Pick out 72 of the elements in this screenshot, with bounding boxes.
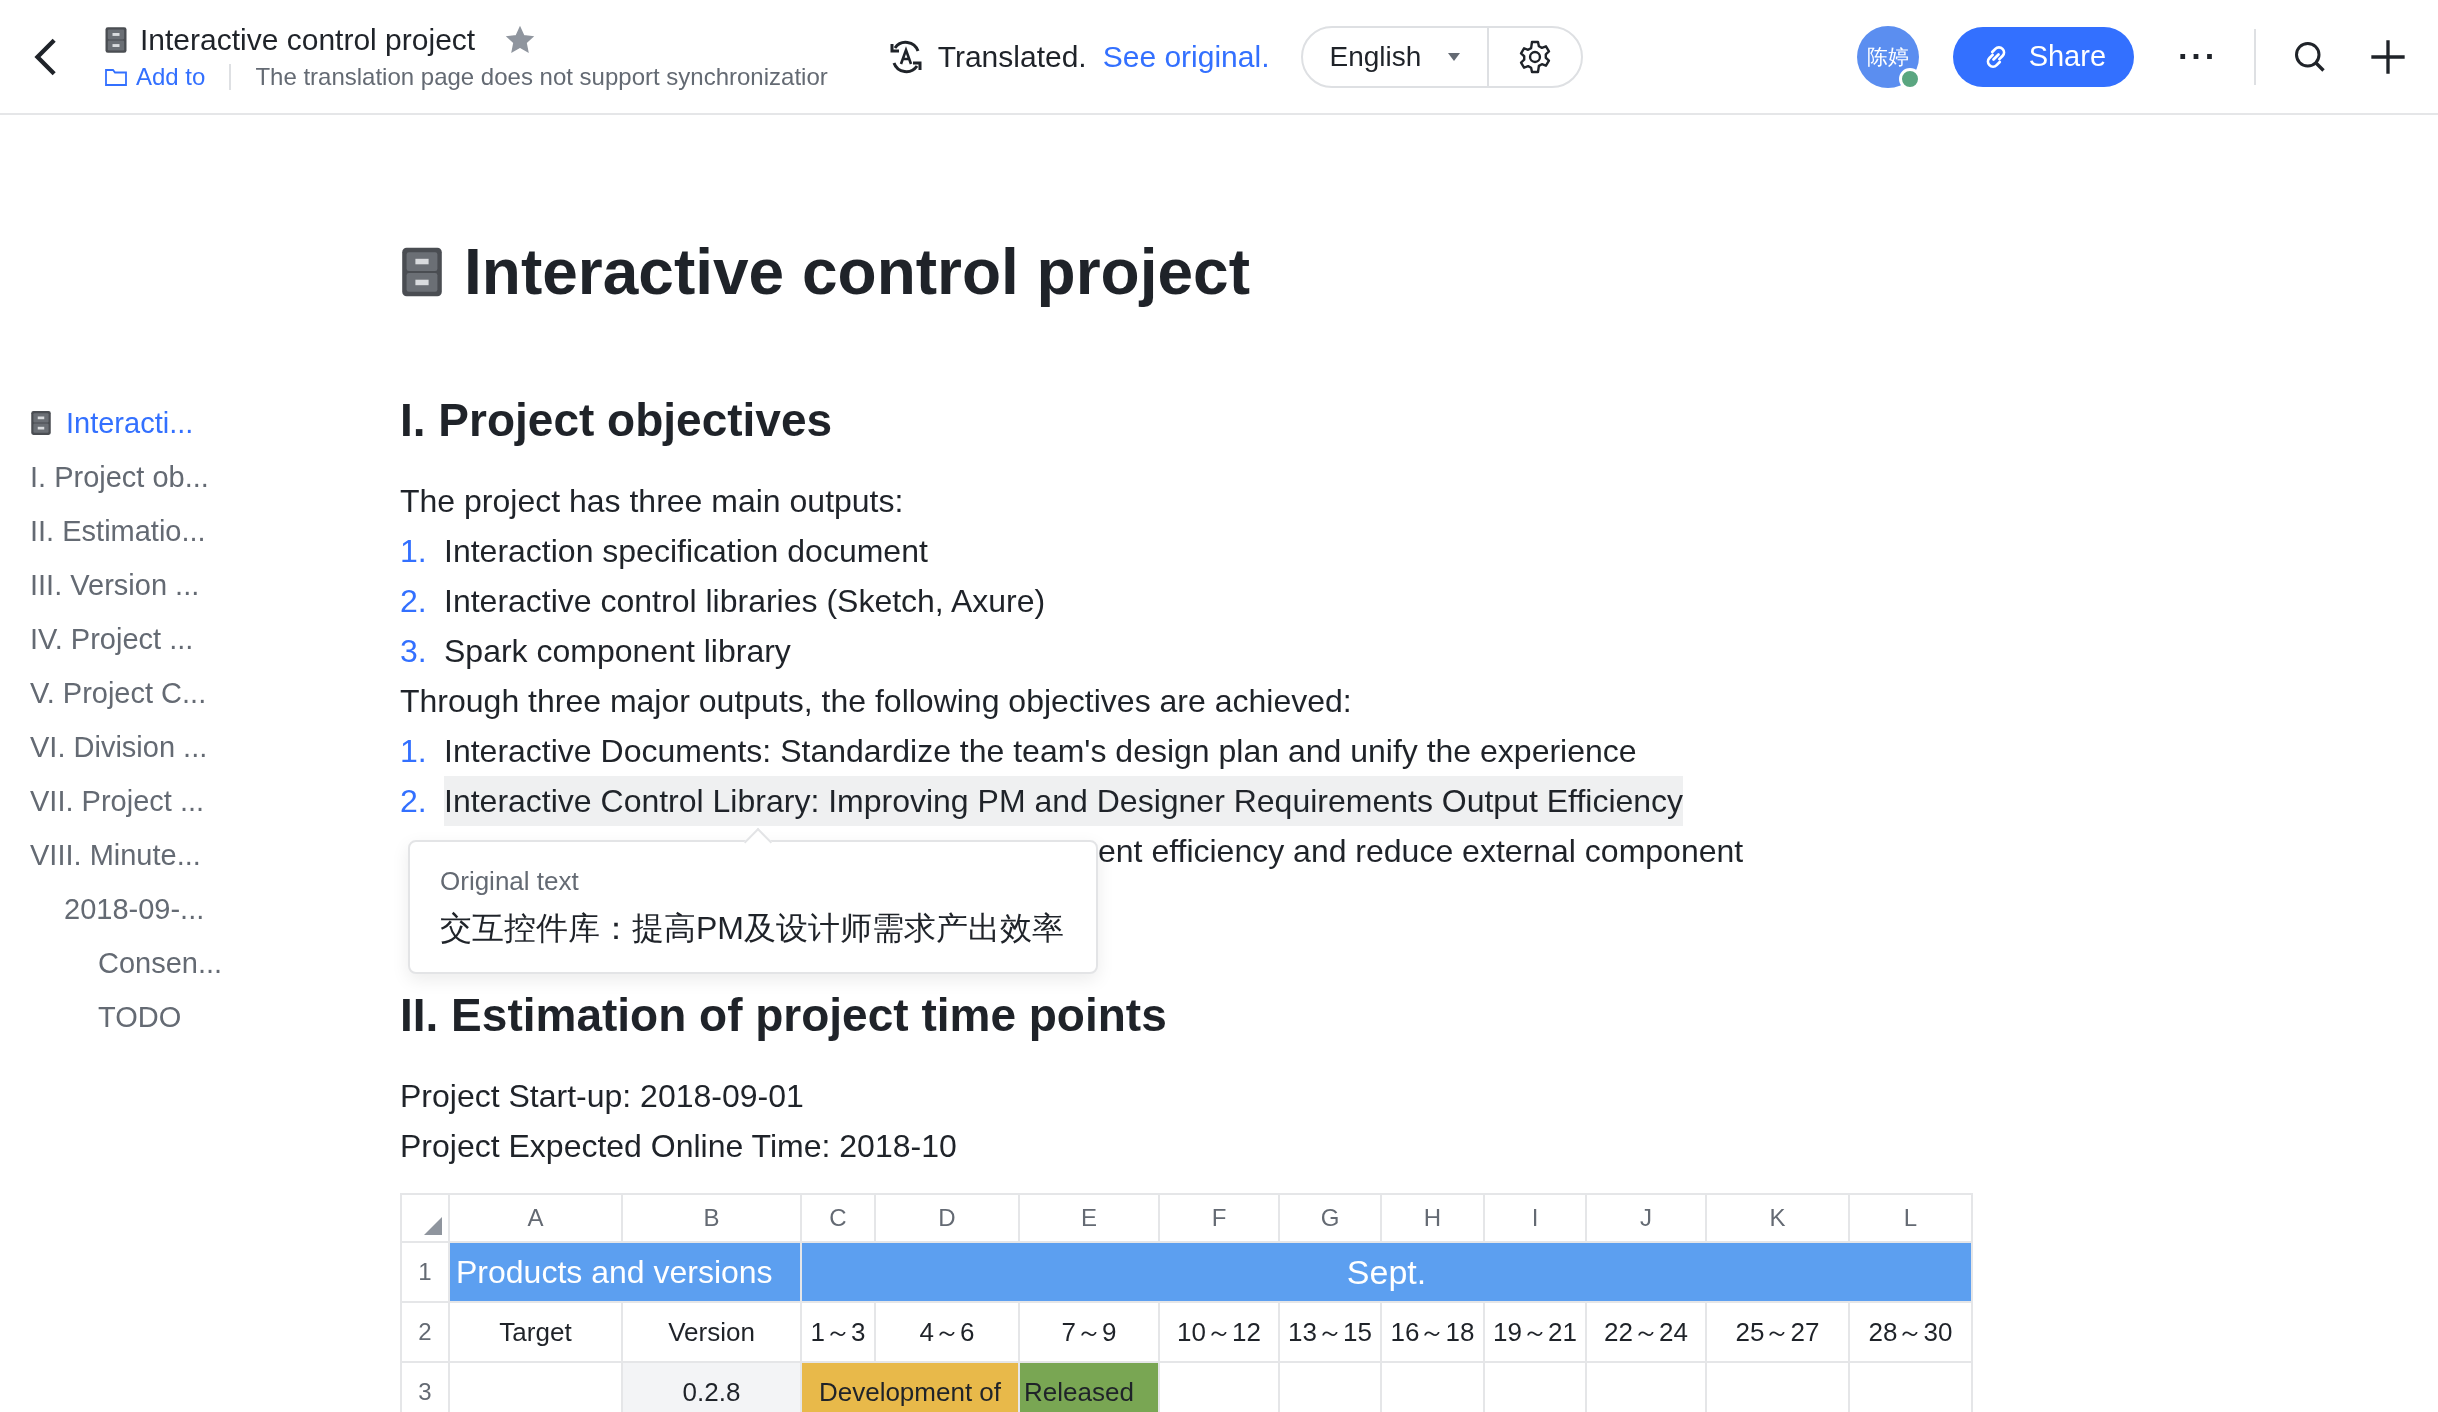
column-header[interactable]: D (876, 1195, 1020, 1243)
paragraph: Project Start-up: 2018-09-01 (400, 1077, 804, 1116)
outline-item[interactable]: I. Project ob... (30, 450, 400, 504)
cabinet-icon (400, 245, 444, 299)
outline-item[interactable]: Interacti... (30, 396, 400, 450)
see-original-link[interactable]: See original. (1102, 39, 1270, 74)
table-cell: 0.2.8 (623, 1363, 802, 1412)
share-button[interactable]: Share (1952, 26, 2135, 87)
table-cell: 10～12 (1160, 1303, 1280, 1363)
outline-item[interactable]: 2018-09-... (30, 882, 400, 936)
table-cell: Target (450, 1303, 623, 1363)
cabinet-icon (104, 25, 128, 54)
list-item-text: Interactive control libraries (Sketch, Axure) (444, 582, 1046, 621)
column-header[interactable]: J (1587, 1195, 1707, 1243)
paragraph: The project has three main outputs: (400, 482, 904, 521)
paragraph: Project Expected Online Time: 2018-10 (400, 1127, 957, 1166)
column-header[interactable]: A (450, 1195, 623, 1243)
outline-item[interactable]: Consen... (30, 936, 400, 990)
table-cell: Released (1020, 1363, 1160, 1412)
column-header[interactable]: K (1707, 1195, 1850, 1243)
outline-item[interactable]: III. Version ... (30, 558, 400, 612)
outline-item[interactable]: IV. Project ... (30, 612, 400, 666)
table-cell: Development of (802, 1363, 1020, 1412)
column-header[interactable]: G (1280, 1195, 1382, 1243)
column-header[interactable]: E (1020, 1195, 1160, 1243)
row-header[interactable]: 1 (402, 1243, 450, 1303)
row-header[interactable]: 2 (402, 1303, 450, 1363)
table-cell: Products and versions (450, 1243, 802, 1303)
table-cell: 16～18 (1382, 1303, 1485, 1363)
outline-item[interactable]: V. Project C... (30, 666, 400, 720)
page-title: Interactive control project (464, 235, 1250, 309)
outline-item[interactable]: TODO (30, 990, 400, 1044)
list-item-text: ent efficiency and reduce external component (1098, 832, 1744, 871)
table-cell: 22～24 (1587, 1303, 1707, 1363)
outline-item[interactable]: II. Estimatio... (30, 504, 400, 558)
list-number: 3. (400, 632, 428, 671)
table-cell: 13～15 (1280, 1303, 1382, 1363)
paragraph: Through three major outputs, the following objectives are achieved: (400, 682, 1352, 721)
table-cell: Sept. (802, 1243, 1973, 1303)
list-number: 2. (400, 782, 428, 821)
section-heading: I. Project objectives (400, 393, 833, 447)
caret-icon (1447, 51, 1462, 62)
translated-label: Translated. (937, 39, 1087, 74)
list-number: 1. (400, 732, 428, 771)
column-header[interactable]: C (802, 1195, 876, 1243)
user-avatar[interactable]: 陈婷 (1856, 25, 1919, 88)
column-header[interactable]: L (1850, 1195, 1973, 1243)
list-number: 2. (400, 582, 428, 621)
tooltip-text: 交互控件库：提高PM及设计师需求产出效率 (440, 909, 1065, 948)
column-header[interactable]: F (1160, 1195, 1280, 1243)
list-item-text: Interaction specification document (444, 532, 928, 571)
sync-note: The translation page does not support synchronizatior (255, 62, 828, 91)
outline-item[interactable]: VII. Project ... (30, 774, 400, 828)
outline-item[interactable]: VIII. Minute... (30, 828, 400, 882)
list-item-text: Spark component library (444, 632, 791, 671)
column-header[interactable]: B (623, 1195, 802, 1243)
column-header[interactable]: H (1382, 1195, 1485, 1243)
table-cell: 25～27 (1707, 1303, 1850, 1363)
column-header[interactable]: I (1485, 1195, 1587, 1243)
list-item-text: Interactive Control Library: Improving PM and Designer Requirements Output Efficiency (444, 776, 1684, 826)
outline-item[interactable]: VI. Division ... (30, 720, 400, 774)
star-icon[interactable] (505, 24, 536, 55)
document-title: Interactive control project (140, 22, 476, 57)
corner-triangle-icon[interactable] (424, 1217, 442, 1235)
tooltip-label: Original text (440, 865, 580, 898)
list-item-text: Interactive Documents: Standardize the team's design plan and unify the experience (444, 732, 1637, 771)
add-to-link[interactable]: Add to (136, 62, 206, 91)
table-cell: 19～21 (1485, 1303, 1587, 1363)
list-number: 1. (400, 532, 428, 571)
section-heading: II. Estimation of project time points (400, 988, 1167, 1042)
table-cell: 28～30 (1850, 1303, 1973, 1363)
more-button[interactable]: ··· (2178, 37, 2218, 76)
